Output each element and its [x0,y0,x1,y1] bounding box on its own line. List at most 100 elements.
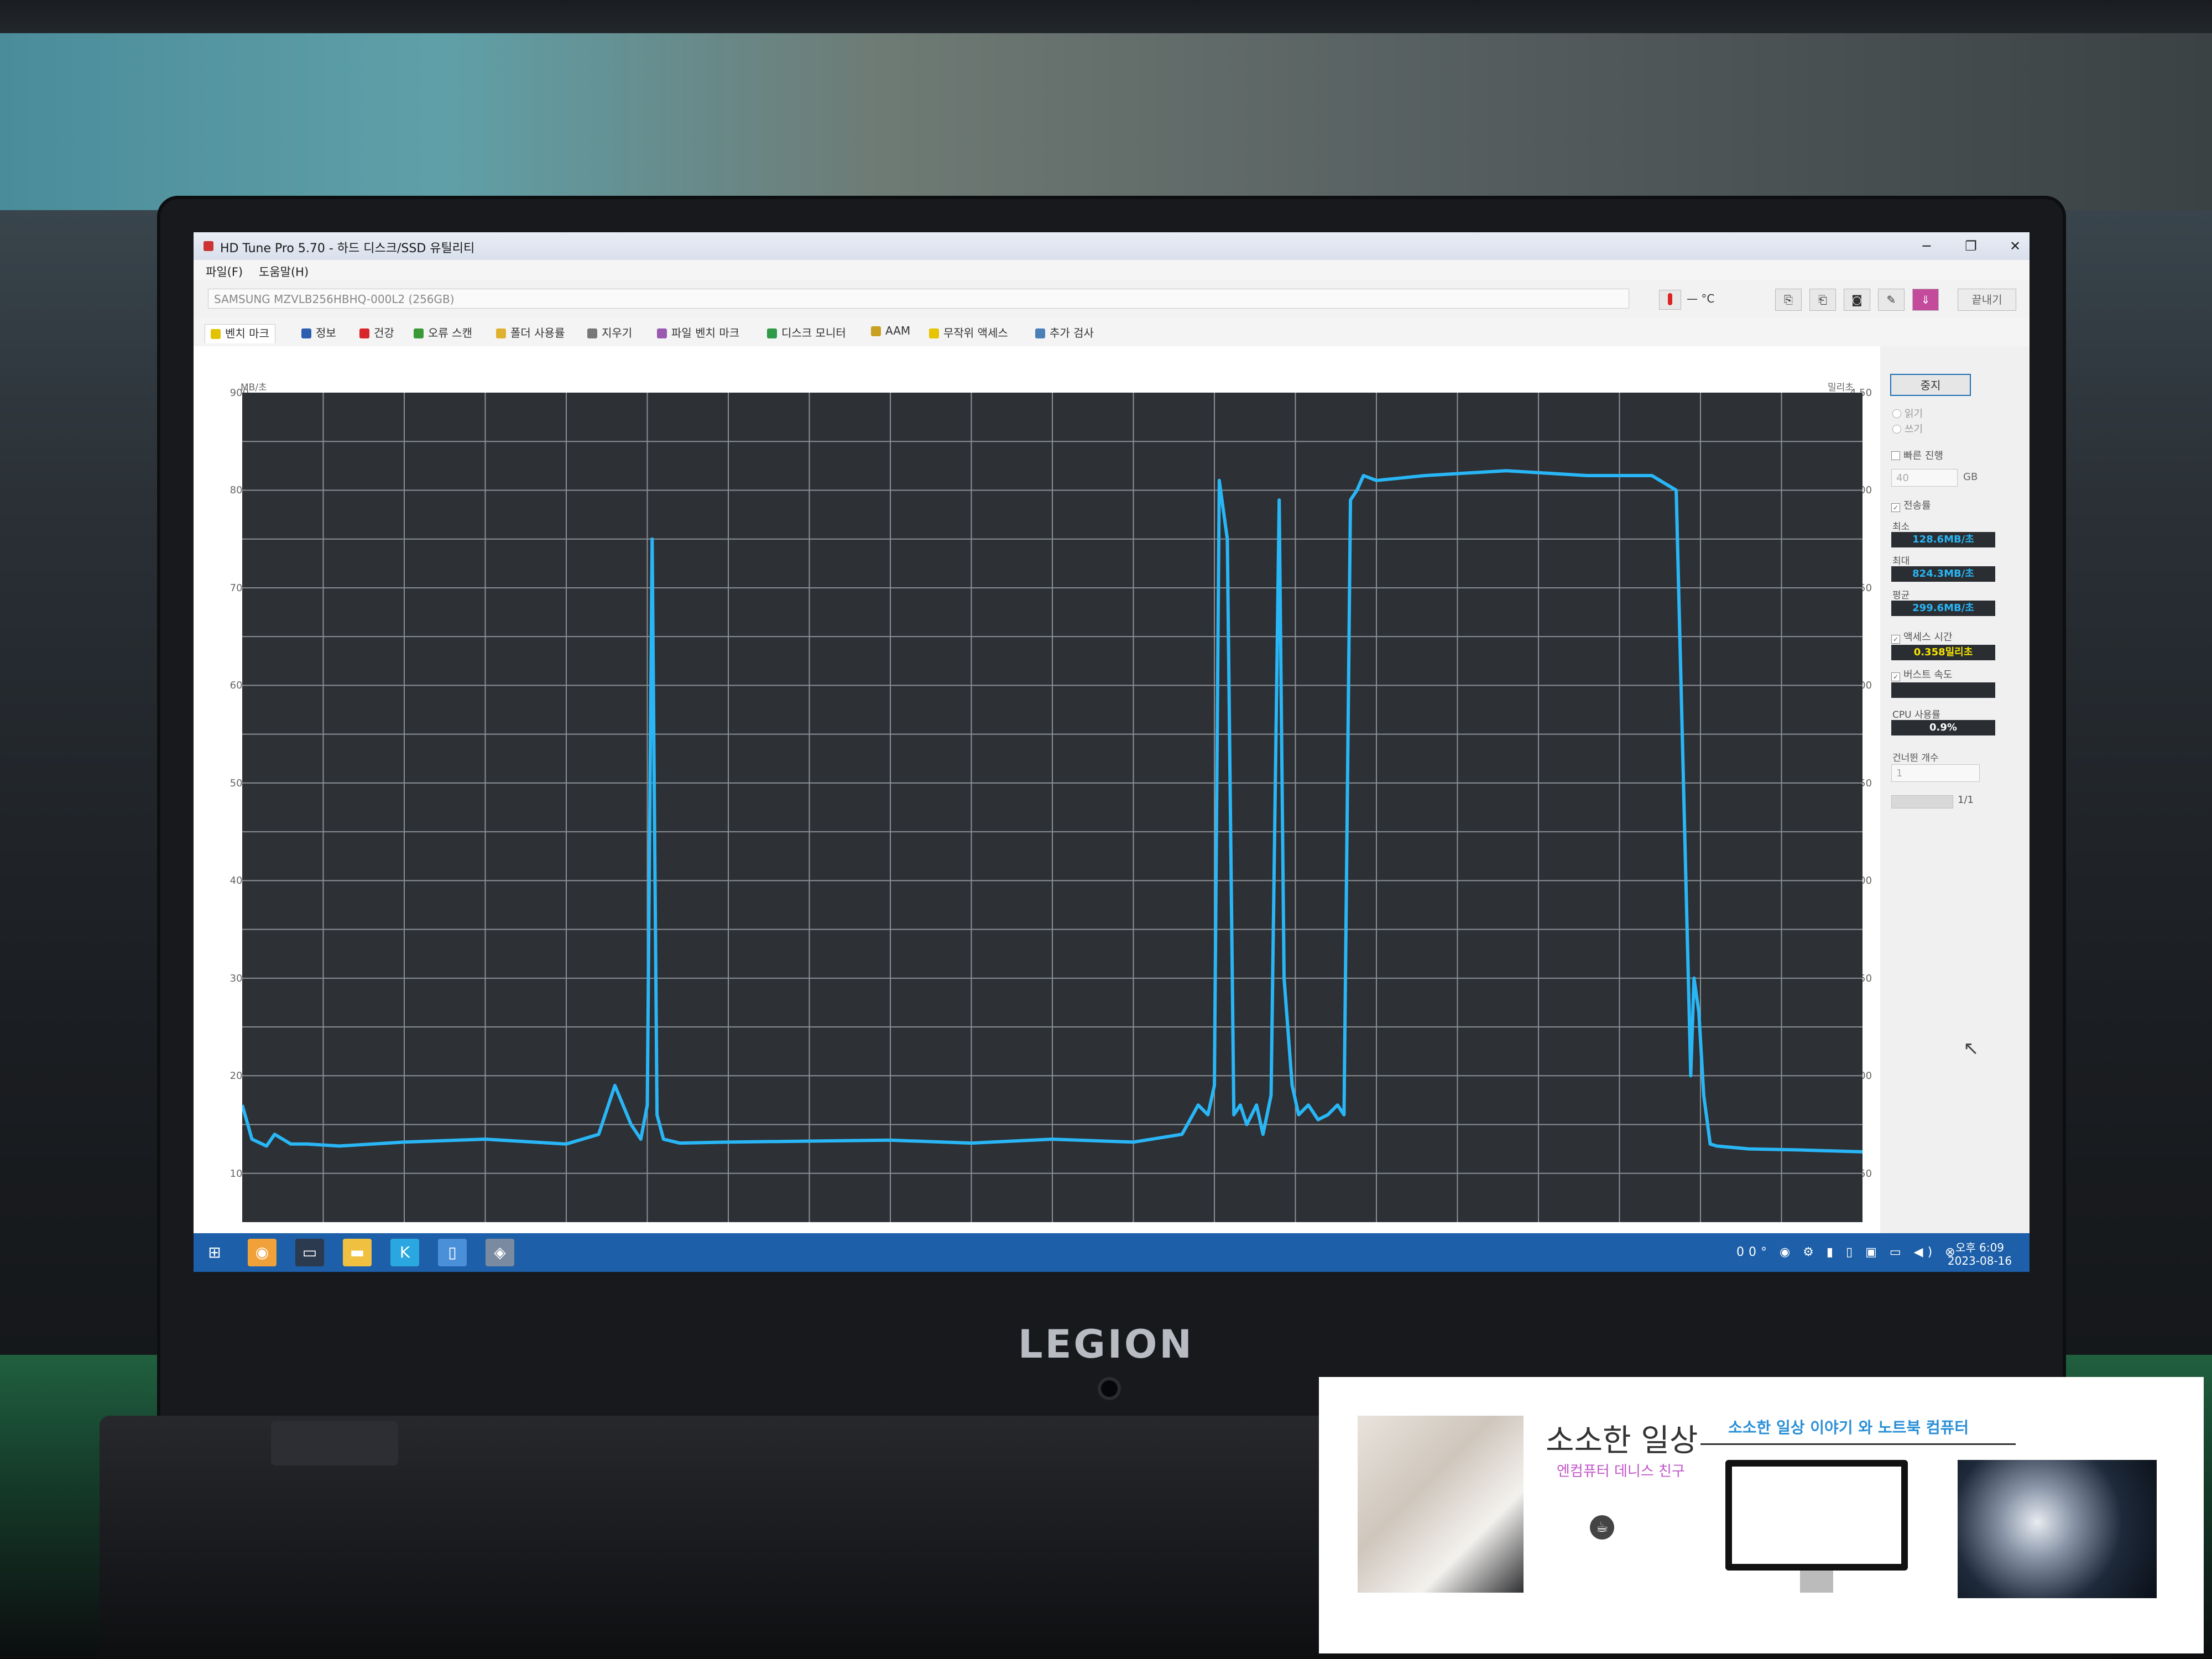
file-benchmark-icon [657,328,667,338]
laptop-hinge [271,1421,398,1465]
extra-tests-icon [1035,328,1045,338]
trash-icon [587,328,597,338]
tab-error-scan[interactable]: 오류 스캔 [414,324,472,343]
transfer-rate-checkbox[interactable]: ✓ 전송률 [1891,498,1931,512]
skip-label: 건너뛴 개수 [1892,753,1939,764]
tab-aam[interactable]: AAM [871,324,910,343]
copy-all-icon[interactable]: ⎗ [1809,289,1836,311]
temperature-readout: — °C [1687,292,1715,305]
write-radio[interactable]: 쓰기 [1892,421,1923,436]
webcam-icon [1098,1377,1121,1400]
start-icon[interactable]: ⊞ [200,1239,229,1266]
terminal-icon[interactable]: ▭ [295,1239,324,1266]
benchmark-icon [211,329,221,339]
pc-build-photo [1958,1460,2157,1598]
cpu-value: 0.9% [1891,720,1995,735]
transfer-rate-plot [242,393,1863,1222]
access-time-value: 0.358밀리초 [1891,645,1995,660]
window-titlebar[interactable]: HD Tune Pro 5.70 - 하드 디스크/SSD 유틸리티 ─ ❐ ✕ [194,232,2030,260]
laptop-photo [1358,1416,1524,1593]
quick-checkbox[interactable]: 빠른 진행 [1891,448,1943,462]
clock-date[interactable]: 2023-08-16 [1941,1254,2018,1267]
monitor-stand [1800,1571,1833,1593]
avg-label: 평균 [1892,590,1910,601]
radio-dot [1892,425,1901,434]
tab-extra-tests[interactable]: 추가 검사 [1035,324,1094,343]
copy-info-icon[interactable]: ⎘ [1775,289,1802,311]
system-tray[interactable]: 00° ◉ ⚙ ▮ ▯ ▣ ▭ ◀) ⊗ [1736,1245,1960,1259]
options-icon[interactable]: ✎ [1878,289,1905,311]
min-label: 최소 [1892,521,1910,533]
burst-rate-value [1891,682,1995,698]
clock-time[interactable]: 오후 6:09 [1941,1239,2018,1255]
mouse-pointer-icon: ↖ [1963,1037,1979,1060]
tab-file-benchmark[interactable]: 파일 벤치 마크 [657,324,739,343]
save-download-icon[interactable]: ⇓ [1912,289,1939,311]
checkbox-check-icon: ✓ [1891,635,1900,644]
minimize-button[interactable]: ─ [1909,236,1944,257]
checkbox-box [1891,451,1900,460]
search-icon[interactable]: ◉ [248,1239,276,1266]
laptop-screen: HD Tune Pro 5.70 - 하드 디스크/SSD 유틸리티 ─ ❐ ✕… [194,232,2030,1272]
side-panel: 중지 읽기 쓰기 빠른 진행 40 GB ✓ 전송률 최소 128.6MB/초 최… [1880,346,2030,1233]
max-value: 824.3MB/초 [1891,566,1995,582]
backdrop-banner [0,33,2212,210]
tab-bar: 벤치 마크 정보 건강 오류 스캔 폴더 사용률 지우기 파일 벤치 마크 디스… [194,319,2030,347]
tab-random-access[interactable]: 무작위 액세스 [929,324,1008,343]
tab-health[interactable]: 건강 [359,324,394,343]
tab-benchmark[interactable]: 벤치 마크 [205,324,275,343]
tab-info[interactable]: 정보 [301,324,336,343]
checkbox-check-icon: ✓ [1891,503,1900,512]
coffee-icon: ☕ [1590,1515,1614,1540]
blog-subtitle: 엔컴퓨터 데니스 친구 [1557,1463,1685,1480]
magnifier-icon [414,328,424,338]
radio-dot [1892,409,1901,418]
burst-rate-checkbox[interactable]: ✓ 버스트 속도 [1891,667,1953,681]
folder-icon [496,328,506,338]
min-value: 128.6MB/초 [1891,532,1995,547]
quick-size-unit: GB [1963,471,1978,483]
stop-button[interactable]: 중지 [1890,374,1971,396]
blog-banner[interactable]: 소소한 일상 엔컴퓨터 데니스 친구 ☕ 소소한 일상 이야기 와 노트북 컴퓨… [1319,1377,2204,1653]
cpu-label: CPU 사용률 [1892,709,1940,721]
folder-icon[interactable]: ▬ [343,1239,372,1266]
read-radio[interactable]: 읽기 [1892,406,1923,420]
tagline-divider [1700,1443,2016,1445]
avg-value: 299.6MB/초 [1891,601,1995,616]
close-button[interactable]: ✕ [1997,236,2030,257]
exit-button[interactable]: 끝내기 [1958,289,2016,311]
maximize-button[interactable]: ❐ [1953,236,1989,257]
info-icon [301,328,311,338]
access-time-checkbox[interactable]: ✓ 액세스 시간 [1891,629,1953,644]
progress-bar [1891,795,1953,808]
blog-tagline: 소소한 일상 이야기 와 노트북 컴퓨터 [1728,1418,1969,1437]
random-access-icon [929,328,939,338]
hdtune-icon[interactable]: ◈ [486,1239,514,1266]
tab-erase[interactable]: 지우기 [587,324,632,343]
benchmark-content: MB/초 밀리초 100200300400500600700800900 0.5… [194,346,2030,1233]
checkbox-check-icon: ✓ [1891,672,1900,681]
speaker-icon [871,326,881,336]
chart-panel: MB/초 밀리초 100200300400500600700800900 0.5… [194,346,1880,1233]
laptop-brand-logo: LEGION [1018,1322,1194,1367]
tab-disk-monitor[interactable]: 디스크 모니터 [767,324,846,343]
skip-count-input[interactable]: 1 [1891,764,1980,782]
app-icon [204,241,213,251]
device-toolbar: SAMSUNG MZVLB256HBHQ-000L2 (256GB) — °C … [194,280,2030,319]
quick-size-input[interactable]: 40 [1891,469,1958,487]
window-title: HD Tune Pro 5.70 - 하드 디스크/SSD 유틸리티 [220,242,475,255]
tab-folder-usage[interactable]: 폴더 사용률 [496,324,565,343]
menu-bar: 파일(F) 도움말(H) [194,260,2030,280]
k-app-icon[interactable]: K [390,1239,419,1266]
monitor-icon [1725,1460,1908,1571]
menu-file[interactable]: 파일(F) [206,263,243,280]
screenshot-camera-icon[interactable]: ◙ [1844,289,1870,311]
transfer-rate-chart [242,393,1863,1222]
max-label: 최대 [1892,556,1910,567]
document-icon[interactable]: ▯ [438,1239,467,1266]
thermometer-icon [1659,290,1681,310]
health-cross-icon [359,328,369,338]
blog-name: 소소한 일상 [1546,1423,1698,1459]
drive-select[interactable]: SAMSUNG MZVLB256HBHQ-000L2 (256GB) [208,289,1629,309]
menu-help[interactable]: 도움말(H) [259,263,309,280]
